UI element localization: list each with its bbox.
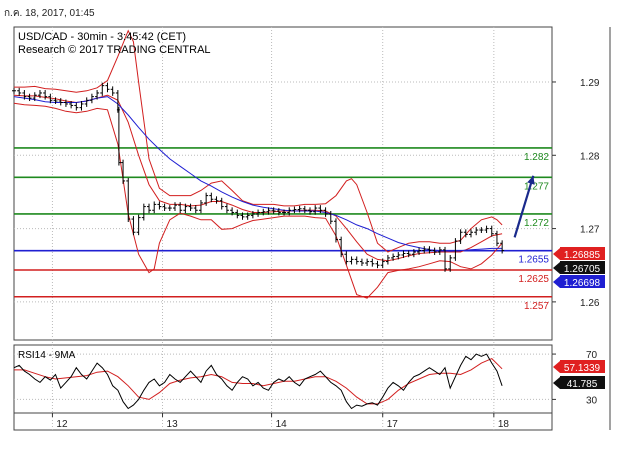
price-label-text: 1.26698 [564, 278, 601, 289]
x-tick-label: 12 [56, 419, 68, 430]
chart-host: ก.ค. 18, 2017, 01:45 12 13 14 17 18 1.29 1.28 1.… [0, 0, 618, 453]
level-label: 1.2625 [518, 274, 549, 285]
rsi-label-pointer [553, 377, 560, 389]
level-label: 1.257 [524, 301, 549, 312]
rsi-plot-area [13, 344, 553, 414]
chart-title: USD/CAD - 30min - 3:45:42 (CET) [18, 31, 186, 43]
price-label-pointer [553, 248, 560, 260]
y-tick-label: 1.29 [580, 78, 600, 89]
y-tick-label: 1.28 [580, 151, 600, 162]
level-label: 1.272 [524, 218, 549, 229]
y-tick-label: 1.27 [580, 225, 600, 236]
rsi-label-text: 41.785 [567, 379, 598, 390]
level-label: 1.2655 [518, 255, 549, 266]
main-plot-area [13, 26, 553, 341]
chart-subtitle: Research © 2017 TRADING CENTRAL [18, 44, 211, 56]
chart-window: ก.ค. 18, 2017, 01:45 12 13 14 17 18 1.29 1.28 1.… [0, 0, 618, 448]
x-tick-label: 14 [276, 419, 288, 430]
x-tick-label: 13 [167, 419, 179, 430]
x-tick-label: 18 [498, 419, 510, 430]
price-label-text: 1.26705 [564, 264, 601, 275]
level-label: 1.282 [524, 152, 549, 163]
rsi-label-text: 57.1339 [564, 363, 601, 374]
rsi-title: RSI14 - 9MA [18, 350, 76, 361]
price-label-pointer [553, 262, 560, 274]
rsi-y-tick-label: 70 [586, 350, 598, 361]
price-label-pointer [553, 276, 560, 288]
x-tick-label: 17 [387, 419, 399, 430]
y-tick-label: 1.26 [580, 298, 600, 309]
price-label-text: 1.26885 [564, 250, 601, 261]
chart-date-label: ก.ค. 18, 2017, 01:45 [4, 8, 95, 19]
rsi-y-tick-label: 30 [586, 395, 598, 406]
chart-svg: ก.ค. 18, 2017, 01:45 12 13 14 17 18 1.29 1.28 1.… [4, 8, 611, 431]
rsi-label-pointer [553, 361, 560, 373]
